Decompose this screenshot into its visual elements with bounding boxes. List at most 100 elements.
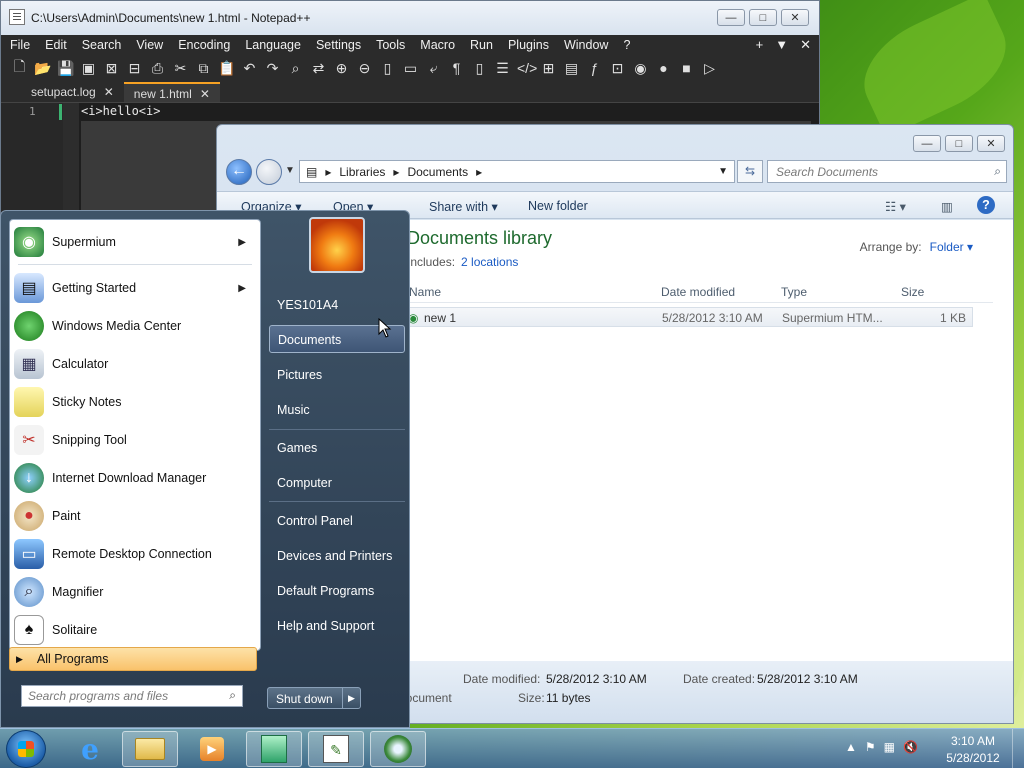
program-windows-media-center[interactable]: Windows Media Center (14, 308, 258, 344)
show-hidden-icons-icon[interactable]: ▲ (845, 740, 857, 754)
show-all-chars-icon[interactable]: ¶ (448, 60, 465, 76)
close-icon[interactable]: ✕ (200, 87, 210, 101)
close-all-icon[interactable]: ⊟ (126, 60, 143, 77)
taskbar-notepad[interactable]: ✎ (308, 731, 364, 767)
save-icon[interactable]: 💾 (57, 60, 74, 77)
stop-macro-icon[interactable]: ■ (678, 60, 695, 76)
menu-language[interactable]: Language (236, 38, 307, 52)
zoom-out-icon[interactable]: ⊖ (356, 60, 373, 77)
arrange-dropdown[interactable]: Folder ▾ (930, 240, 973, 254)
word-wrap-icon[interactable]: ⤶ (425, 60, 442, 77)
menu-tools[interactable]: Tools (367, 38, 411, 52)
taskbar-media-player[interactable]: ▶ (184, 731, 240, 767)
refresh-button[interactable]: ⇆ (737, 160, 763, 183)
folder-workspace-icon[interactable]: ⊡ (609, 60, 626, 77)
minimize-button[interactable]: — (717, 9, 745, 26)
back-button[interactable]: ← (226, 159, 252, 185)
play-macro-icon[interactable]: ▷ (701, 60, 718, 77)
program-sticky-notes[interactable]: Sticky Notes (14, 384, 258, 420)
sync-vertical-icon[interactable]: ▯ (379, 60, 396, 77)
program-magnifier[interactable]: ⌕ Magnifier (14, 574, 258, 610)
tab-new-1-html[interactable]: new 1.html ✕ (123, 82, 220, 102)
program-getting-started[interactable]: ▤ Getting Started ▶ (14, 270, 258, 306)
menu-macro[interactable]: Macro (411, 38, 461, 52)
taskbar-internet-explorer[interactable]: e (62, 731, 118, 767)
undo-icon[interactable]: ↶ (241, 60, 258, 77)
table-row[interactable]: ◉ new 1 5/28/2012 3:10 AM Supermium HTM.… (405, 307, 973, 327)
minimize-button[interactable]: — (913, 135, 941, 152)
start-pictures[interactable]: Pictures (269, 361, 405, 389)
breadcrumb-documents[interactable]: Documents (407, 165, 468, 179)
sync-horizontal-icon[interactable]: ▭ (402, 60, 419, 77)
shutdown-options-icon[interactable]: ▶ (342, 688, 360, 708)
start-control-panel[interactable]: Control Panel (269, 507, 405, 535)
paste-icon[interactable]: 📋 (218, 60, 235, 77)
record-macro-icon[interactable]: ● (655, 60, 672, 76)
save-all-icon[interactable]: ▣ (80, 60, 97, 77)
tab-list-button[interactable]: ▼ (775, 37, 788, 53)
preview-pane-icon[interactable]: ▥ (941, 199, 953, 214)
doc-map-icon[interactable]: ⊞ (540, 60, 557, 77)
menu-file[interactable]: File (1, 38, 36, 52)
network-icon[interactable]: ▦ (884, 740, 895, 754)
taskbar-supermium[interactable] (370, 731, 426, 767)
open-file-icon[interactable]: 📂 (34, 60, 51, 77)
views-icon[interactable]: ☷ ▾ (885, 199, 906, 214)
user-language-icon[interactable]: ☰ (494, 60, 511, 77)
help-icon[interactable]: ? (977, 196, 995, 214)
column-type[interactable]: Type (781, 285, 807, 299)
locations-link[interactable]: 2 locations (461, 255, 518, 269)
menu-run[interactable]: Run (461, 38, 499, 52)
maximize-button[interactable]: □ (945, 135, 973, 152)
new-tab-button[interactable]: + (756, 37, 764, 53)
program-internet-download-manager[interactable]: ↓ Internet Download Manager (14, 460, 258, 496)
menu-help[interactable]: ? (614, 38, 636, 52)
new-folder-button[interactable]: New folder (528, 199, 588, 213)
show-desktop-button[interactable] (1012, 729, 1024, 768)
program-paint[interactable]: ● Paint (14, 498, 258, 534)
breadcrumb-libraries[interactable]: Libraries (339, 165, 385, 179)
close-button[interactable]: ✕ (977, 135, 1005, 152)
print-icon[interactable]: ⎙ (149, 60, 166, 77)
redo-icon[interactable]: ↷ (264, 60, 281, 77)
program-remote-desktop-connection[interactable]: ▭ Remote Desktop Connection (14, 536, 258, 572)
action-center-icon[interactable]: ⚑ (865, 740, 876, 754)
notepad-titlebar[interactable]: C:\Users\Admin\Documents\new 1.html - No… (1, 1, 819, 35)
program-calculator[interactable]: ▦ Calculator (14, 346, 258, 382)
all-programs-button[interactable]: ▶ All Programs (9, 647, 257, 671)
column-date-modified[interactable]: Date modified (661, 285, 735, 299)
menu-encoding[interactable]: Encoding (169, 38, 236, 52)
find-icon[interactable]: ⌕ (287, 60, 304, 77)
maximize-button[interactable]: □ (749, 9, 777, 26)
close-icon[interactable]: ✕ (104, 85, 114, 99)
recent-pages-icon[interactable]: ▼ (285, 165, 295, 176)
close-doc-button[interactable]: ✕ (800, 37, 811, 53)
start-default-programs[interactable]: Default Programs (269, 577, 405, 605)
share-with-button[interactable]: Share with ▾ (429, 199, 498, 214)
menu-plugins[interactable]: Plugins (499, 38, 555, 52)
column-name[interactable]: Name (409, 285, 441, 299)
program-supermium[interactable]: ◉ Supermium ▶ (14, 224, 258, 260)
search-input[interactable]: Search Documents ⌕ (767, 160, 1007, 183)
start-devices-printers[interactable]: Devices and Printers (269, 542, 405, 570)
chevron-down-icon[interactable]: ▼ (718, 166, 728, 177)
program-solitaire[interactable]: ♠ Solitaire (14, 612, 258, 648)
xml-tag-icon[interactable]: </> (517, 60, 537, 76)
close-file-icon[interactable]: ⊠ (103, 60, 120, 77)
indent-guide-icon[interactable]: ▯ (471, 60, 488, 77)
menu-window[interactable]: Window (555, 38, 614, 52)
address-bar[interactable]: ▤ ▸ Libraries ▸ Documents ▸ ▼ (299, 160, 735, 183)
copy-icon[interactable]: ⧉ (195, 60, 212, 77)
taskbar-window-switcher[interactable] (246, 731, 302, 767)
clock[interactable]: 3:10 AM 5/28/2012 (938, 733, 1008, 767)
taskbar-explorer[interactable] (122, 731, 178, 767)
start-music[interactable]: Music (269, 396, 405, 424)
menu-edit[interactable]: Edit (36, 38, 73, 52)
program-snipping-tool[interactable]: ✂ Snipping Tool (14, 422, 258, 458)
user-avatar[interactable] (309, 217, 365, 273)
monitoring-icon[interactable]: ◉ (632, 60, 649, 77)
function-list-icon[interactable]: ƒ (586, 60, 603, 76)
zoom-in-icon[interactable]: ⊕ (333, 60, 350, 77)
new-file-icon[interactable]: 🗋 (11, 56, 28, 80)
column-size[interactable]: Size (901, 285, 924, 299)
